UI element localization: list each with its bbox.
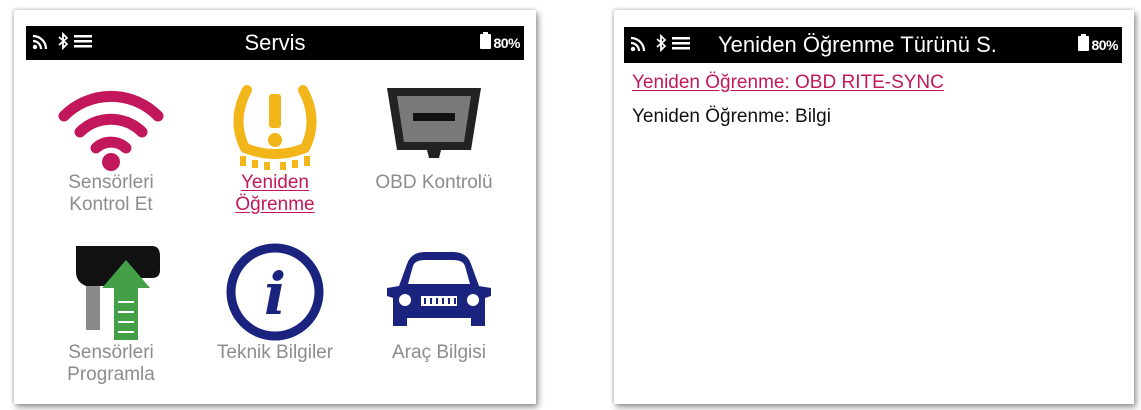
status-bar: Yeniden Öğrenme Türünü S. 80%: [624, 27, 1122, 63]
tile-label-line2: Kontrol Et: [69, 194, 153, 215]
tile-label-line1: OBD Kontrolü: [375, 172, 493, 193]
status-bar: Servis 80%: [26, 26, 524, 60]
bluetooth-icon: [655, 33, 667, 57]
battery-percent: 80%: [1091, 37, 1118, 53]
relearn-type-screen: Yeniden Öğrenme Türünü S. 80% Yeniden Öğ…: [614, 10, 1134, 404]
page-title: Yeniden Öğrenme Türünü S.: [718, 32, 997, 57]
servis-screen: Servis 80% Sensörleri Kontrol Et Yeniden…: [14, 10, 536, 404]
program-sensor-icon: [36, 242, 186, 342]
tile-obd-check[interactable]: OBD Kontrolü: [354, 82, 514, 194]
tile-label-line1: Araç Bilgisi: [392, 342, 486, 363]
tile-sensor-program[interactable]: Sensörleri Programla: [36, 242, 186, 386]
tile-vehicle-info[interactable]: Araç Bilgisi: [364, 242, 514, 364]
battery-indicator: 80%: [480, 26, 520, 60]
tile-label-line2: Programla: [67, 364, 155, 385]
battery-percent: 80%: [493, 35, 520, 51]
page-title: Servis: [244, 30, 306, 55]
info-icon: i: [200, 242, 350, 342]
tpms-warning-icon: [200, 82, 350, 172]
obd-connector-icon: [354, 82, 514, 172]
svg-text:i: i: [264, 260, 286, 328]
signal-icon: [630, 34, 650, 57]
menu-icon[interactable]: [672, 35, 690, 56]
tile-relearn[interactable]: Yeniden Öğrenme: [200, 82, 350, 216]
battery-icon: [480, 32, 492, 54]
relearn-option-info[interactable]: Yeniden Öğrenme: Bilgi: [632, 106, 831, 128]
tile-label-line1: Sensörleri: [68, 342, 154, 363]
tile-sensor-check[interactable]: Sensörleri Kontrol Et: [36, 82, 186, 216]
car-icon: [364, 242, 514, 342]
battery-icon: [1078, 34, 1090, 56]
tile-label-line1: Sensörleri: [68, 172, 154, 193]
tile-label-line1: Teknik Bilgiler: [216, 342, 334, 363]
relearn-option-obd-rite-sync[interactable]: Yeniden Öğrenme: OBD RITE-SYNC: [632, 72, 944, 94]
tile-label-line1: Yeniden: [241, 172, 309, 193]
status-icons: [630, 27, 690, 63]
tile-label-line2: Öğrenme: [235, 194, 315, 215]
wifi-sensor-icon: [36, 82, 186, 172]
battery-indicator: 80%: [1078, 27, 1118, 63]
tile-technical-info[interactable]: i Teknik Bilgiler: [200, 242, 350, 364]
